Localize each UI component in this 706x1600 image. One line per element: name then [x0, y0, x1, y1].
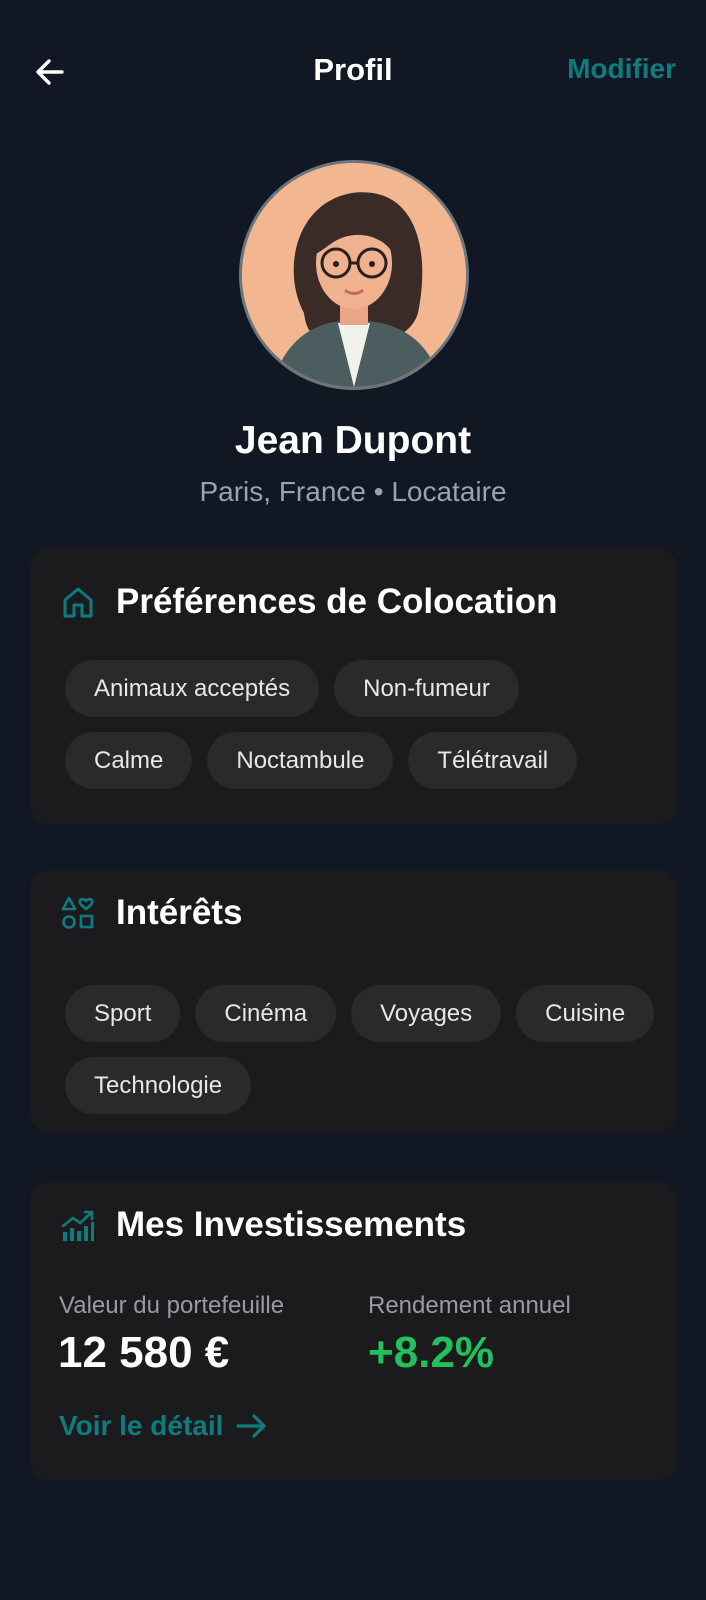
- preferences-card: Préférences de Colocation Animaux accept…: [30, 548, 676, 824]
- view-detail-link[interactable]: Voir le détail: [59, 1410, 269, 1442]
- investments-title: Mes Investissements: [116, 1205, 467, 1244]
- avatar-illustration: [242, 163, 466, 387]
- tag-chip[interactable]: Calme: [65, 732, 193, 789]
- arrow-right-icon: [236, 1414, 267, 1438]
- edit-button[interactable]: Modifier: [567, 53, 676, 85]
- interests-card: Intérêts Sport Cinéma Voyages Cuisine Te…: [30, 870, 676, 1132]
- profile-name: Jean Dupont: [234, 419, 472, 462]
- tag-chip[interactable]: Animaux acceptés: [65, 660, 320, 717]
- interests-header: Intérêts: [60, 889, 242, 937]
- categories-icon: [60, 895, 96, 931]
- tag-chip[interactable]: Cuisine: [516, 985, 655, 1042]
- investments-card: Mes Investissements Valeur du portefeuil…: [30, 1182, 676, 1480]
- portfolio-label: Valeur du portefeuille: [59, 1292, 285, 1319]
- header-bar: Profil Modifier: [0, 40, 706, 104]
- tag-chip[interactable]: Technologie: [65, 1057, 252, 1114]
- view-detail-label: Voir le détail: [59, 1410, 224, 1441]
- interests-tag-list: Sport Cinéma Voyages Cuisine Technologie: [65, 985, 655, 1114]
- chart-growth-icon: [60, 1207, 96, 1243]
- home-icon: [60, 584, 96, 620]
- preferences-header: Préférences de Colocation: [60, 578, 558, 626]
- profile-location-role: Paris, France • Locataire: [199, 476, 507, 507]
- tag-chip[interactable]: Noctambule: [207, 732, 394, 789]
- portfolio-value: 12 580 €: [58, 1328, 230, 1377]
- tag-chip[interactable]: Voyages: [351, 985, 502, 1042]
- tag-chip[interactable]: Sport: [65, 985, 181, 1042]
- interests-title: Intérêts: [116, 893, 243, 932]
- yield-value: +8.2%: [368, 1328, 494, 1377]
- tag-chip[interactable]: Non-fumeur: [334, 660, 519, 717]
- yield-label: Rendement annuel: [368, 1292, 571, 1319]
- preferences-tag-list: Animaux acceptés Non-fumeur Calme Noctam…: [65, 660, 655, 789]
- investments-header: Mes Investissements: [60, 1201, 466, 1249]
- tag-chip[interactable]: Cinéma: [195, 985, 337, 1042]
- preferences-title: Préférences de Colocation: [116, 582, 558, 621]
- tag-chip[interactable]: Télétravail: [408, 732, 578, 789]
- avatar: [239, 160, 469, 390]
